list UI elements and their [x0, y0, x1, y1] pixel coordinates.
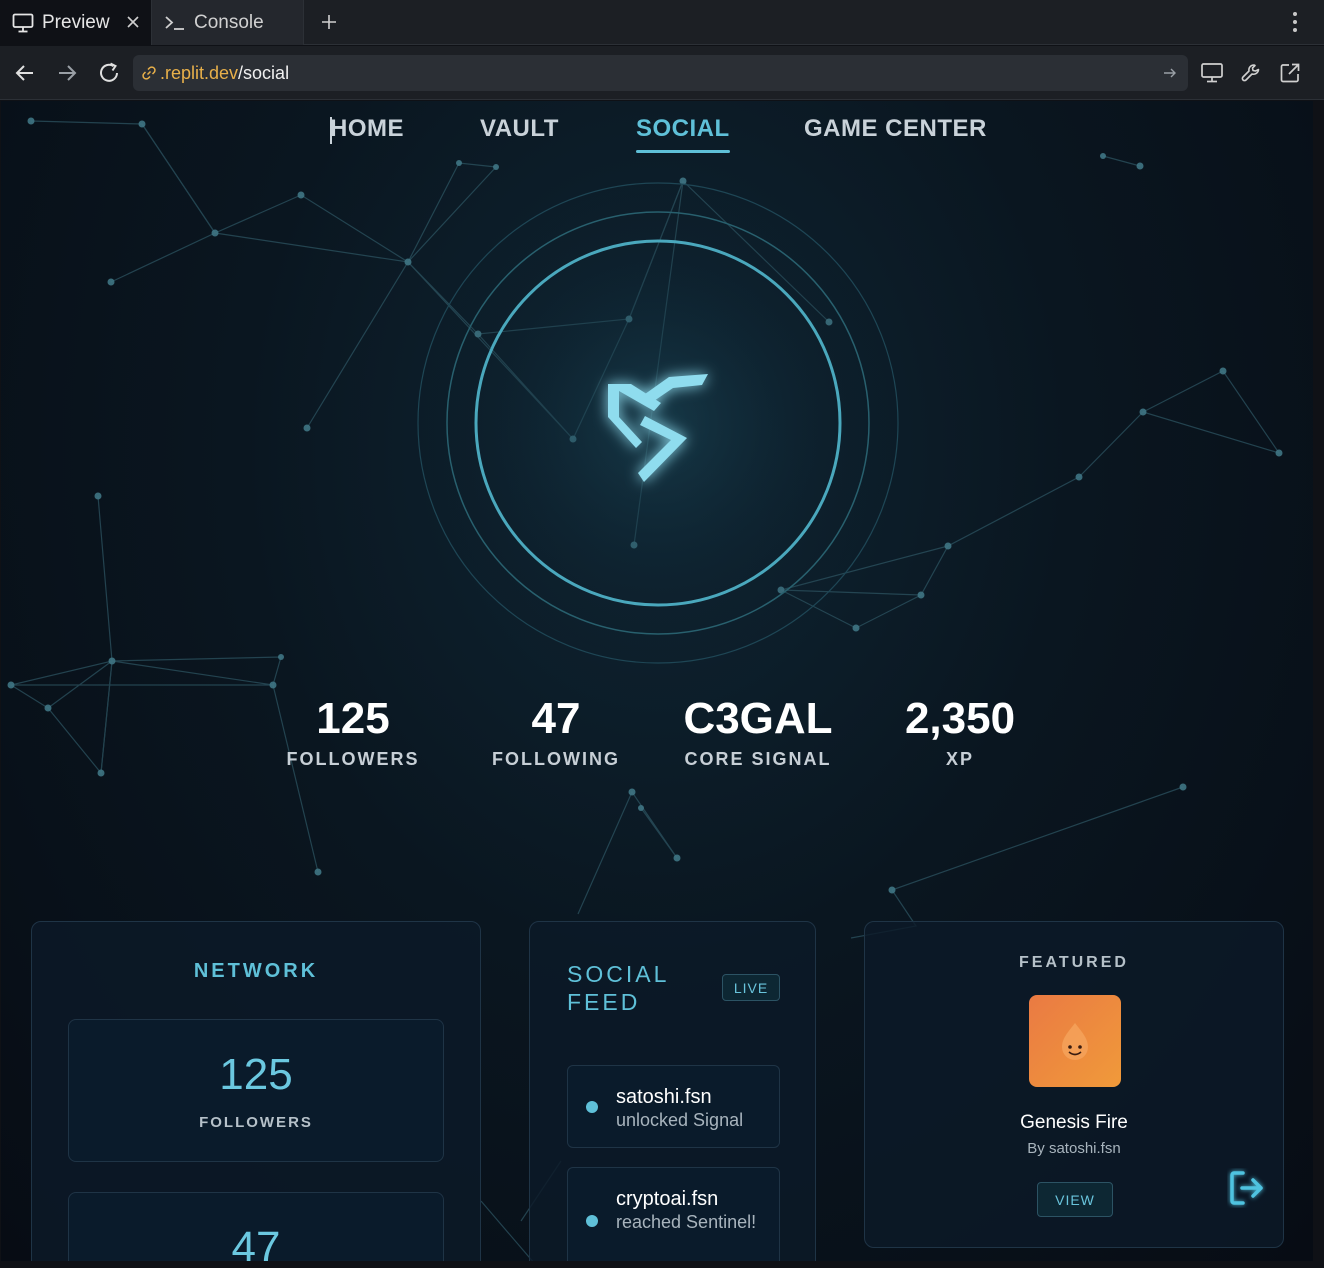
arrow-right-icon: [59, 65, 77, 81]
text-caret: [330, 117, 332, 144]
network-value: 47: [231, 1223, 281, 1261]
live-badge: LIVE: [722, 974, 780, 1001]
back-button[interactable]: [11, 59, 39, 87]
nav-social[interactable]: SOCIAL: [636, 115, 730, 153]
reload-button[interactable]: [95, 59, 123, 87]
featured-thumbnail[interactable]: [1029, 995, 1121, 1087]
network-followers-box[interactable]: 125 FOLLOWERS: [68, 1019, 444, 1162]
external-link-icon: [1280, 63, 1300, 83]
desktop-icon: [1201, 63, 1223, 83]
terminal-icon: [163, 11, 187, 35]
feed-user[interactable]: satoshi.fsn: [616, 1086, 712, 1109]
logout-icon[interactable]: [1225, 1166, 1269, 1210]
network-value: 125: [219, 1050, 293, 1099]
feed-action: unlocked Signal: [616, 1110, 744, 1130]
monitor-icon: [11, 11, 35, 35]
feed-item[interactable]: satoshi.fsn unlocked Signal: [567, 1065, 780, 1148]
stat-value: 2,350: [904, 694, 1016, 743]
devtools-button[interactable]: [1238, 60, 1264, 86]
feed-dot-icon: [586, 1101, 598, 1113]
social-feed-title: SOCIAL FEED: [567, 961, 669, 1015]
stat-value: C3GAL: [683, 694, 833, 743]
network-card: NETWORK 125 FOLLOWERS 47: [31, 921, 481, 1261]
featured-title: FEATURED: [1019, 954, 1129, 971]
stat-value: 125: [316, 694, 390, 743]
link-icon: [140, 64, 158, 82]
page-viewport: HOME VAULT SOCIAL GAME CENTER 125 FOLLOW…: [1, 101, 1313, 1261]
tab-preview[interactable]: Preview: [0, 0, 152, 45]
feed-item[interactable]: cryptoai.fsn reached Sentinel!: [567, 1167, 780, 1261]
forward-button[interactable]: [53, 59, 81, 87]
main-navigation: HOME VAULT SOCIAL GAME CENTER: [1, 115, 1313, 155]
go-arrow-icon[interactable]: [1160, 63, 1180, 83]
view-button[interactable]: VIEW: [1037, 1182, 1113, 1217]
url-path: /social: [238, 62, 290, 83]
wrench-icon: [1241, 64, 1260, 82]
featured-card: FEATURED Genesis Fire By satoshi.fsn VIE…: [864, 921, 1284, 1248]
new-tab-button[interactable]: [316, 9, 342, 35]
browser-url-bar: .replit.dev/social: [0, 46, 1324, 100]
tab-console[interactable]: Console: [152, 0, 304, 45]
profile-stats: 125 FOLLOWERS 47 FOLLOWING C3GAL CORE SI…: [1, 693, 1313, 783]
more-options-icon[interactable]: [1290, 10, 1300, 34]
network-following-box[interactable]: 47: [68, 1192, 444, 1261]
stat-core-signal: C3GAL CORE SIGNAL: [668, 693, 848, 770]
network-title: NETWORK: [193, 960, 319, 982]
nav-vault[interactable]: VAULT: [480, 115, 559, 143]
stat-value: 47: [531, 694, 581, 743]
open-new-window-button[interactable]: [1277, 60, 1303, 86]
url-host: .replit.dev: [160, 62, 239, 83]
stat-label: FOLLOWERS: [286, 749, 420, 769]
address-bar[interactable]: .replit.dev/social: [133, 55, 1188, 91]
arrow-left-icon: [15, 65, 33, 81]
profile-emblem: [416, 181, 900, 665]
feed-dot-icon: [586, 1215, 598, 1227]
nav-active-underline: [636, 150, 730, 153]
stat-followers[interactable]: 125 FOLLOWERS: [263, 693, 443, 770]
tab-console-label: Console: [194, 11, 264, 33]
plus-icon: [322, 15, 336, 29]
close-tab-icon[interactable]: [123, 12, 143, 32]
nav-home[interactable]: HOME: [330, 115, 404, 143]
tab-preview-label: Preview: [42, 11, 110, 33]
feed-user[interactable]: cryptoai.fsn: [616, 1188, 718, 1211]
stat-label: FOLLOWING: [492, 749, 620, 769]
featured-item-author: By satoshi.fsn: [1027, 1140, 1121, 1157]
feed-action: reached Sentinel!: [616, 1212, 757, 1232]
stat-label: XP: [945, 749, 974, 769]
reload-icon: [100, 62, 118, 82]
stat-xp: 2,350 XP: [870, 693, 1050, 770]
device-preview-button[interactable]: [1199, 60, 1225, 86]
stat-label: CORE SIGNAL: [684, 749, 832, 769]
flame-icon: [1062, 1023, 1088, 1060]
nav-game-center[interactable]: GAME CENTER: [804, 115, 987, 143]
stat-following[interactable]: 47 FOLLOWING: [466, 693, 646, 770]
browser-tab-bar: Preview Console: [0, 0, 1324, 45]
featured-item-title: Genesis Fire: [1020, 1112, 1128, 1133]
network-label: FOLLOWERS: [199, 1114, 313, 1131]
social-feed-card: SOCIAL FEED LIVE satoshi.fsn unlocked Si…: [529, 921, 816, 1261]
